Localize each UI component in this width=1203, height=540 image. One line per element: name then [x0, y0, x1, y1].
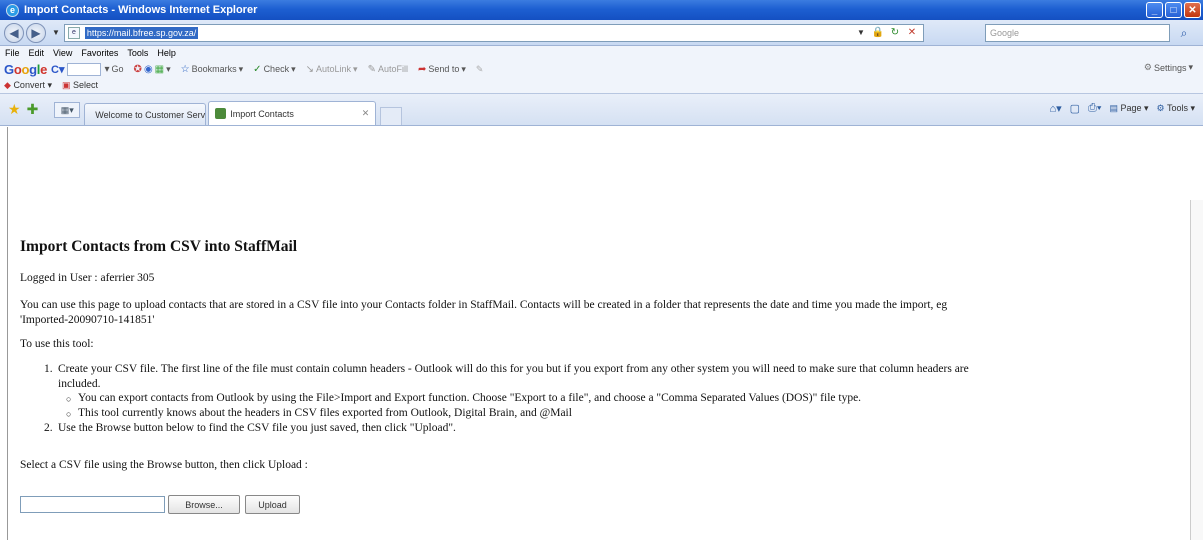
step1-number: 1.: [44, 363, 53, 375]
upload-button[interactable]: Upload: [245, 495, 300, 514]
step2-text: Use the Browse button below to find the …: [58, 422, 456, 434]
use-tool-label: To use this tool:: [20, 338, 94, 350]
select-file-prompt: Select a CSV file using the Browse butto…: [20, 459, 308, 471]
page-content: Import Contacts from CSV into StaffMail …: [0, 0, 1203, 540]
intro-text-line1: You can use this page to upload contacts…: [20, 299, 948, 311]
sub-item-export: You can export contacts from Outlook by …: [78, 392, 862, 404]
step1-text-line1: Create your CSV file. The first line of …: [58, 363, 969, 375]
step1-text-line2: included.: [58, 378, 101, 390]
file-path-input[interactable]: [20, 496, 165, 513]
logged-in-user: Logged in User : aferrier 305: [20, 272, 155, 284]
sub-bullet-icon: ○: [66, 394, 72, 404]
step2-number: 2.: [44, 422, 53, 434]
page-title: Import Contacts from CSV into StaffMail: [20, 238, 298, 255]
sub-item-headers: This tool currently knows about the head…: [78, 407, 572, 419]
sub-bullet-icon: ○: [66, 409, 72, 419]
browse-button[interactable]: Browse...: [168, 495, 240, 514]
intro-text-line2: 'Imported-20090710-141851': [20, 314, 155, 326]
